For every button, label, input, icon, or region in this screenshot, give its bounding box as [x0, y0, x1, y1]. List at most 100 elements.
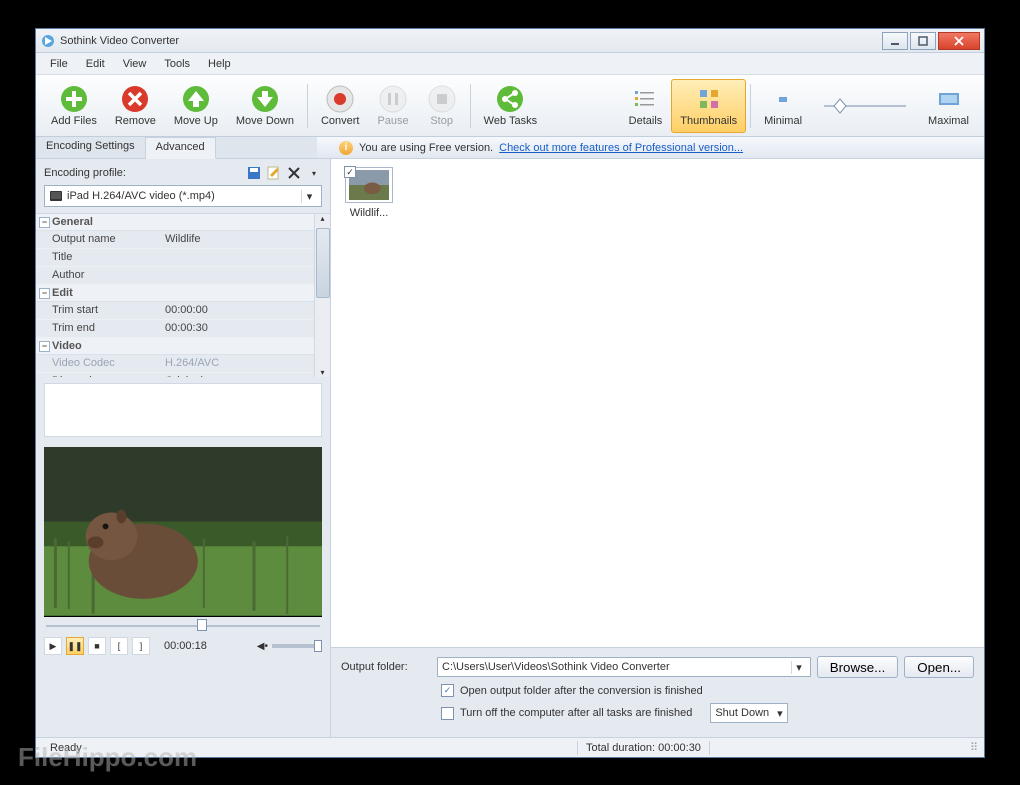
chevron-down-icon[interactable]: ▾ [306, 165, 322, 181]
menu-help[interactable]: Help [200, 56, 239, 72]
description-box [44, 383, 322, 437]
profile-label: Encoding profile: [44, 167, 242, 179]
pause-icon [379, 85, 407, 113]
status-duration: Total duration: 00:00:30 [578, 742, 709, 754]
prop-title[interactable]: Title [36, 249, 314, 267]
save-icon[interactable] [246, 165, 262, 181]
list-icon [631, 85, 659, 113]
minimal-button[interactable]: Minimal [755, 79, 811, 133]
x-icon [121, 85, 149, 113]
open-folder-checkbox[interactable]: ✓ [441, 684, 454, 697]
moveup-button[interactable]: Move Up [165, 79, 227, 133]
resize-grip-icon[interactable]: ⠿ [970, 741, 978, 754]
menu-view[interactable]: View [115, 56, 155, 72]
details-button[interactable]: Details [620, 79, 672, 133]
separator [307, 84, 308, 128]
bracket-close-button[interactable]: ] [132, 637, 150, 655]
maximal-icon [935, 85, 963, 113]
window-title: Sothink Video Converter [60, 35, 882, 47]
stop-button[interactable]: Stop [418, 79, 466, 133]
item-checkbox[interactable]: ✓ [344, 166, 356, 178]
watermark: FileHippo.com [18, 742, 197, 773]
thumbnail[interactable]: ✓ [345, 167, 393, 203]
pause-button[interactable]: ❚❚ [66, 637, 84, 655]
shutdown-value: Shut Down [715, 707, 769, 719]
minimize-button[interactable] [882, 32, 908, 50]
output-folder-value: C:\Users\User\Videos\Sothink Video Conve… [442, 661, 670, 673]
pause-button[interactable]: Pause [368, 79, 417, 133]
movedown-button[interactable]: Move Down [227, 79, 303, 133]
bracket-open-button[interactable]: [ [110, 637, 128, 655]
list-item[interactable]: ✓ Wildlif... [339, 167, 399, 219]
delete-icon[interactable] [286, 165, 302, 181]
banner-link[interactable]: Check out more features of Professional … [499, 142, 743, 154]
group-video[interactable]: Video [36, 338, 314, 355]
seek-handle[interactable] [197, 619, 207, 631]
app-icon [40, 33, 56, 49]
convert-button[interactable]: Convert [312, 79, 369, 133]
webtasks-label: Web Tasks [484, 115, 537, 127]
volume-slider[interactable] [272, 644, 322, 648]
addfiles-button[interactable]: Add Files [42, 79, 106, 133]
property-grid: General Output nameWildlife Title Author… [36, 213, 330, 377]
maximize-button[interactable] [910, 32, 936, 50]
stop-button[interactable]: ■ [88, 637, 106, 655]
play-button[interactable]: ▶ [44, 637, 62, 655]
volume-handle[interactable] [314, 640, 322, 652]
scrollbar[interactable]: ▴ ▾ [314, 214, 330, 377]
arrow-up-icon [182, 85, 210, 113]
plus-icon [60, 85, 88, 113]
scroll-thumb[interactable] [316, 228, 330, 298]
edit-icon[interactable] [266, 165, 282, 181]
group-general[interactable]: General [36, 214, 314, 231]
convert-label: Convert [321, 115, 360, 127]
titlebar: Sothink Video Converter [36, 29, 984, 53]
minimal-icon [769, 85, 797, 113]
seek-slider[interactable] [44, 619, 322, 633]
prop-outputname[interactable]: Output nameWildlife [36, 231, 314, 249]
output-folder-input[interactable]: C:\Users\User\Videos\Sothink Video Conve… [437, 657, 811, 677]
shutdown-select[interactable]: Shut Down ▾ [710, 703, 787, 723]
thumbnails-button[interactable]: Thumbnails [671, 79, 746, 133]
record-icon [326, 85, 354, 113]
remove-button[interactable]: Remove [106, 79, 165, 133]
menu-tools[interactable]: Tools [156, 56, 198, 72]
grid-icon [695, 85, 723, 113]
turnoff-checkbox[interactable] [441, 707, 454, 720]
chevron-down-icon: ▾ [791, 661, 806, 674]
output-panel: Output folder: C:\Users\User\Videos\Soth… [331, 647, 984, 737]
open-folder-label: Open output folder after the conversion … [460, 685, 703, 697]
close-button[interactable] [938, 32, 980, 50]
pause-label: Pause [377, 115, 408, 127]
arrow-down-icon [251, 85, 279, 113]
right-panel: i You are using Free version. Check out … [331, 137, 984, 737]
tab-advanced[interactable]: Advanced [146, 137, 216, 159]
volume-icon[interactable]: ◀• [257, 641, 268, 652]
maximal-button[interactable]: Maximal [919, 79, 978, 133]
chevron-down-icon: ▾ [301, 190, 317, 203]
open-button[interactable]: Open... [904, 656, 974, 678]
left-panel: Encoding Settings Advanced Encoding prof… [36, 137, 331, 737]
profile-select[interactable]: iPad H.264/AVC video (*.mp4) ▾ [44, 185, 322, 207]
slider-icon [820, 96, 910, 116]
menu-edit[interactable]: Edit [78, 56, 113, 72]
share-icon [496, 85, 524, 113]
prop-author[interactable]: Author [36, 267, 314, 285]
zoom-slider[interactable] [811, 79, 919, 133]
prop-dimension[interactable]: DimensionOriginal [36, 373, 314, 377]
prop-trimstart[interactable]: Trim start00:00:00 [36, 302, 314, 320]
webtasks-button[interactable]: Web Tasks [475, 79, 546, 133]
prop-trimend[interactable]: Trim end00:00:30 [36, 320, 314, 338]
info-icon: i [339, 141, 353, 155]
group-edit[interactable]: Edit [36, 285, 314, 302]
video-preview[interactable] [44, 447, 322, 617]
browse-button[interactable]: Browse... [817, 656, 899, 678]
remove-label: Remove [115, 115, 156, 127]
info-banner: i You are using Free version. Check out … [317, 137, 984, 159]
prop-codec: Video CodecH.264/AVC [36, 355, 314, 373]
menu-file[interactable]: File [42, 56, 76, 72]
tab-encoding-settings[interactable]: Encoding Settings [36, 137, 146, 158]
file-list[interactable]: ✓ Wildlif... [331, 159, 984, 647]
separator [750, 84, 751, 128]
details-label: Details [629, 115, 663, 127]
